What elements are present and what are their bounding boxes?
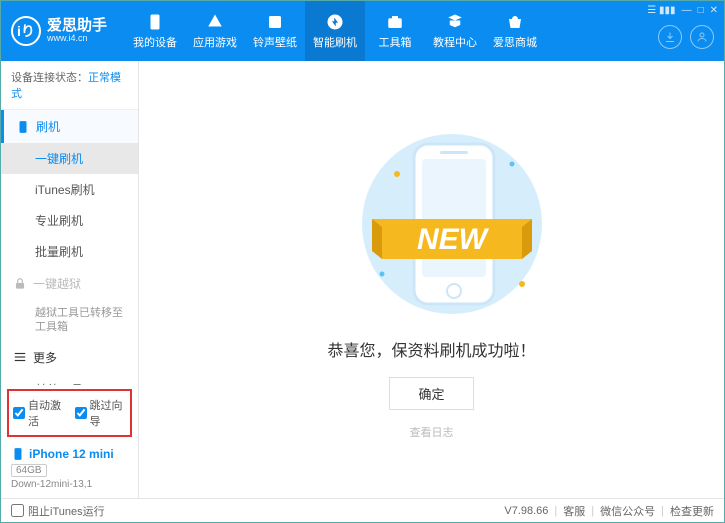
ok-button[interactable]: 确定 [389,377,473,410]
nav-my-device[interactable]: 我的设备 [125,1,185,61]
download-icon [664,31,676,43]
view-log-link[interactable]: 查看日志 [410,424,454,440]
main-content: NEW 恭喜您，保资料刷机成功啦！ 确定 查看日志 [139,61,724,498]
device-block: iPhone 12 mini 64GB Down-12mini-13,1 [1,441,138,498]
more-icon [13,350,27,364]
nav-store[interactable]: 爱思商城 [485,1,545,61]
checkbox-auto-activate[interactable]: 自动激活 [13,397,65,429]
svg-text:NEW: NEW [417,223,490,256]
lock-icon [13,277,27,291]
device-model: Down-12mini-13,1 [11,479,128,490]
flash-icon [326,13,344,31]
phone-icon [16,120,30,134]
phone-icon [146,13,164,31]
download-button[interactable] [658,25,682,49]
phone-icon [11,447,25,461]
sidebar-group-jailbreak[interactable]: 一键越狱 [1,267,138,300]
sidebar-item-othertools[interactable]: 其他工具 [1,374,138,385]
nav-ringtones[interactable]: 铃声壁纸 [245,1,305,61]
sidebar-item-batch[interactable]: 批量刷机 [1,236,138,267]
checkbox-block-itunes[interactable]: 阻止iTunes运行 [11,503,105,519]
store-icon [506,13,524,31]
footer: 阻止iTunes运行 V7.98.66 | 客服 | 微信公众号 | 检查更新 [1,498,724,522]
nav-toolbox[interactable]: 工具箱 [365,1,425,61]
app-url: www.i4.cn [47,34,107,44]
toolbox-icon [386,13,404,31]
version-label: V7.98.66 [504,505,548,517]
minimize-icon[interactable]: — [682,5,692,16]
wechat-link[interactable]: 微信公众号 [600,503,655,519]
window-controls: ☰ ▮▮▮ — □ ✕ [647,5,718,16]
top-nav: 我的设备 应用游戏 铃声壁纸 智能刷机 工具箱 教程中心 爱思商城 [125,1,545,61]
sidebar: 设备连接状态：正常模式 刷机 一键刷机 iTunes刷机 专业刷机 批量刷机 一… [1,61,139,498]
device-storage: 64GB [11,464,47,477]
tutorial-icon [446,13,464,31]
jailbreak-note: 越狱工具已转移至工具箱 [1,300,138,341]
wallpaper-icon [266,13,284,31]
apps-icon [206,13,224,31]
sidebar-item-oneclick[interactable]: 一键刷机 [1,143,138,174]
check-update-link[interactable]: 检查更新 [670,503,714,519]
user-button[interactable] [690,25,714,49]
sidebar-item-itunes[interactable]: iTunes刷机 [1,174,138,205]
device-name[interactable]: iPhone 12 mini [11,447,128,461]
maximize-icon[interactable]: □ [698,5,704,16]
logo-icon: iり [11,16,41,46]
support-link[interactable]: 客服 [563,503,585,519]
menu-icon[interactable]: ☰ ▮▮▮ [647,5,675,16]
close-icon[interactable]: ✕ [710,5,718,16]
sidebar-group-flash[interactable]: 刷机 [1,110,138,143]
user-icon [696,31,708,43]
phone-illustration: NEW [352,119,512,319]
nav-flash[interactable]: 智能刷机 [305,1,365,61]
app-header: iり 爱思助手 www.i4.cn 我的设备 应用游戏 铃声壁纸 智能刷机 工具… [1,1,724,61]
sidebar-group-more[interactable]: 更多 [1,341,138,374]
nav-apps[interactable]: 应用游戏 [185,1,245,61]
logo-block: iり 爱思助手 www.i4.cn [11,16,107,46]
nav-tutorials[interactable]: 教程中心 [425,1,485,61]
sidebar-item-pro[interactable]: 专业刷机 [1,205,138,236]
connection-status: 设备连接状态：正常模式 [1,61,138,110]
success-message: 恭喜您，保资料刷机成功啦！ [327,337,535,361]
options-highlight-box: 自动激活 跳过向导 [7,389,132,437]
checkbox-skip-wizard[interactable]: 跳过向导 [75,397,127,429]
app-name: 爱思助手 [47,18,107,35]
